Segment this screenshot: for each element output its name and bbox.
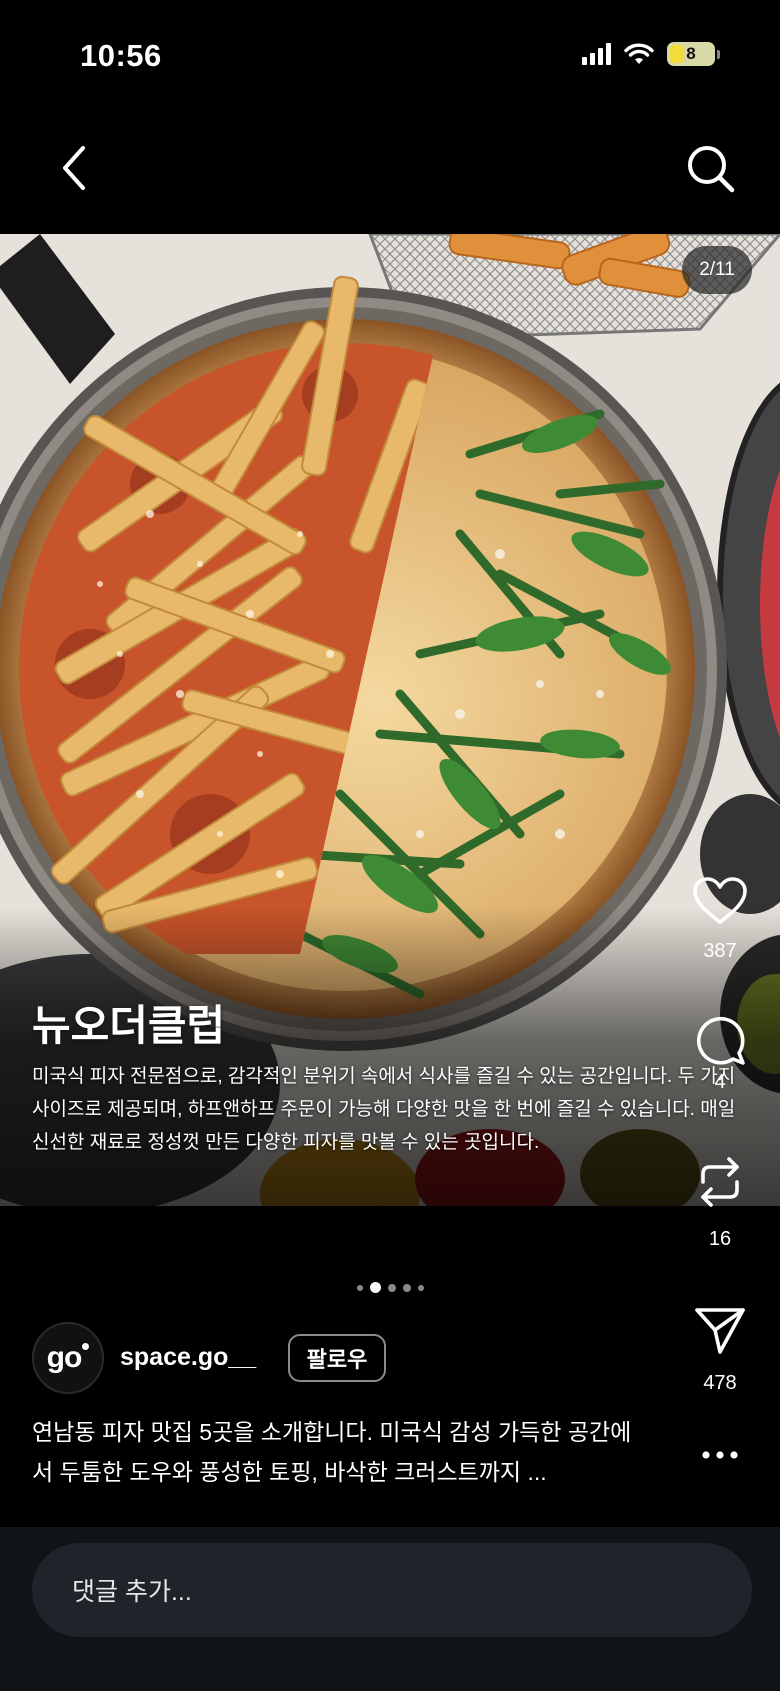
battery-level-text: 8 (686, 44, 696, 63)
search-icon (688, 146, 735, 193)
chevron-left-icon (63, 146, 85, 190)
post-caption[interactable]: 연남동 피자 맛집 5곳을 소개합니다. 미국식 감성 가득한 공간에서 두툼한… (32, 1412, 652, 1492)
comment-bubble-icon[interactable] (693, 1013, 747, 1067)
more-options-icon[interactable] (700, 1448, 740, 1462)
wifi-icon (624, 43, 654, 64)
like-count: 387 (703, 940, 737, 962)
share-count: 478 (703, 1372, 737, 1394)
comment-bar: 댓글 추가... (0, 1527, 780, 1691)
like-action: 387 (686, 876, 754, 963)
status-icons: 8 (582, 42, 720, 66)
place-description: 미국식 피자 전문점으로, 감각적인 분위기 속에서 식사를 즐길 수 있는 공… (32, 1066, 736, 1153)
carousel-dot (387, 1283, 396, 1292)
cellular-signal-icon (582, 43, 611, 65)
carousel-dot (402, 1283, 411, 1292)
avatar[interactable]: go (32, 1322, 104, 1394)
battery-icon: 8 (667, 42, 715, 66)
username[interactable]: space.go__ (120, 1343, 256, 1372)
photo-gradient-overlay (0, 906, 780, 1206)
comment-count: 4 (714, 1071, 726, 1093)
comment-input[interactable]: 댓글 추가... (32, 1543, 752, 1637)
avatar-text: go (46, 1341, 83, 1374)
carousel-dot-active (369, 1282, 381, 1293)
carousel-dot (356, 1284, 363, 1291)
send-icon[interactable] (693, 1304, 747, 1356)
share-action: 478 (686, 1304, 754, 1395)
status-time: 10:56 (80, 38, 162, 73)
heart-icon[interactable] (692, 876, 748, 926)
back-button[interactable] (50, 138, 100, 198)
follow-button[interactable]: 팔로우 (288, 1334, 386, 1382)
place-title: 뉴오더클럽 (32, 1002, 226, 1049)
status-bar: 10:56 8 (0, 0, 780, 115)
battery-cap (717, 49, 720, 59)
repost-icon[interactable] (693, 1154, 747, 1210)
comment-action: 4 (686, 1013, 754, 1094)
repost-action: 16 (686, 1154, 754, 1251)
post-photo[interactable]: 2/11 뉴오더클럽 미국식 피자 전문점으로, 감각적인 분위기 속에서 식사… (0, 234, 780, 1206)
photo-page-counter: 2/11 (682, 246, 752, 294)
more-action (686, 1448, 754, 1462)
repost-count: 16 (708, 1228, 732, 1250)
avatar-logo-dot (82, 1342, 90, 1350)
carousel-dot (417, 1284, 424, 1291)
carousel-dots (0, 1282, 780, 1293)
search-button[interactable] (682, 140, 740, 198)
